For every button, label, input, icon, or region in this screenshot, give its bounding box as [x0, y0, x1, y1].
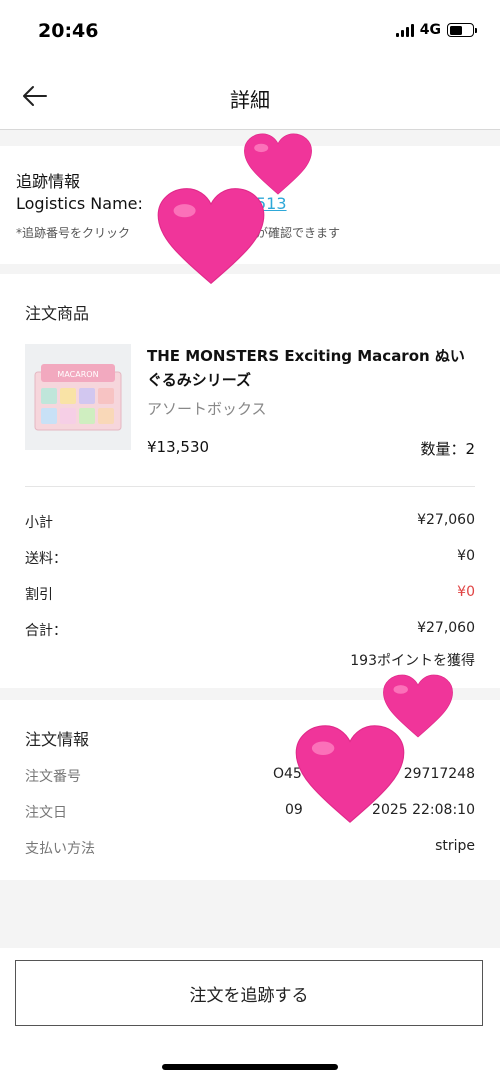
- product-box-image: MACARON: [34, 364, 122, 431]
- subtotal-label: 小計: [25, 515, 53, 531]
- product-name[interactable]: THE MONSTERS Exciting Macaron ぬいぐるみシリーズ: [147, 344, 477, 392]
- heart-sticker-icon: [295, 725, 405, 823]
- divider: [25, 486, 475, 487]
- order-number-value-end: 29717248: [403, 766, 475, 782]
- payment-method-label: 支払い方法: [25, 841, 95, 857]
- battery-icon: [447, 23, 477, 37]
- order-date-label: 注文日: [25, 805, 67, 821]
- order-info-section-title: 注文情報: [25, 730, 90, 749]
- page-title: 詳細: [230, 88, 270, 112]
- discount-value: ¥0: [457, 584, 475, 600]
- home-indicator: [162, 1064, 338, 1070]
- points-earned: 193ポイントを獲得: [350, 653, 475, 669]
- total-label: 合計：: [25, 623, 67, 639]
- nav-bar: 詳細: [0, 64, 500, 130]
- products-card: 注文商品 MACARON THE MONSTERS Exciting Macar…: [0, 274, 500, 688]
- status-bar: 20:46 4G: [0, 0, 500, 64]
- logistics-label: Logistics Name:: [16, 194, 143, 213]
- subtotal-value: ¥27,060: [417, 512, 475, 528]
- status-indicators: 4G: [395, 22, 477, 38]
- shipping-value: ¥0: [457, 548, 475, 564]
- product-quantity: 数量：2: [420, 440, 475, 458]
- tracking-title: 追跡情報: [16, 172, 81, 191]
- discount-label: 割引: [25, 587, 53, 603]
- product-price: ¥13,530: [147, 438, 210, 456]
- product-variant: アソートボックス: [147, 400, 267, 418]
- products-section-title: 注文商品: [25, 304, 90, 323]
- status-time: 20:46: [38, 20, 99, 42]
- tracking-note-start: *追跡番号をクリック: [16, 226, 131, 240]
- total-value: ¥27,060: [417, 620, 475, 636]
- signal-icon: [395, 23, 414, 37]
- network-label: 4G: [419, 22, 441, 38]
- track-order-button[interactable]: 注文を追跡する: [15, 960, 483, 1026]
- svg-text:MACARON: MACARON: [57, 370, 98, 379]
- payment-method-value: stripe: [435, 838, 475, 854]
- heart-sticker-icon: [157, 188, 265, 285]
- order-number-label: 注文番号: [25, 769, 81, 785]
- shipping-label: 送料：: [25, 551, 67, 567]
- product-image[interactable]: MACARON: [25, 344, 131, 450]
- bottom-action-bar: 注文を追跡する: [0, 948, 500, 1080]
